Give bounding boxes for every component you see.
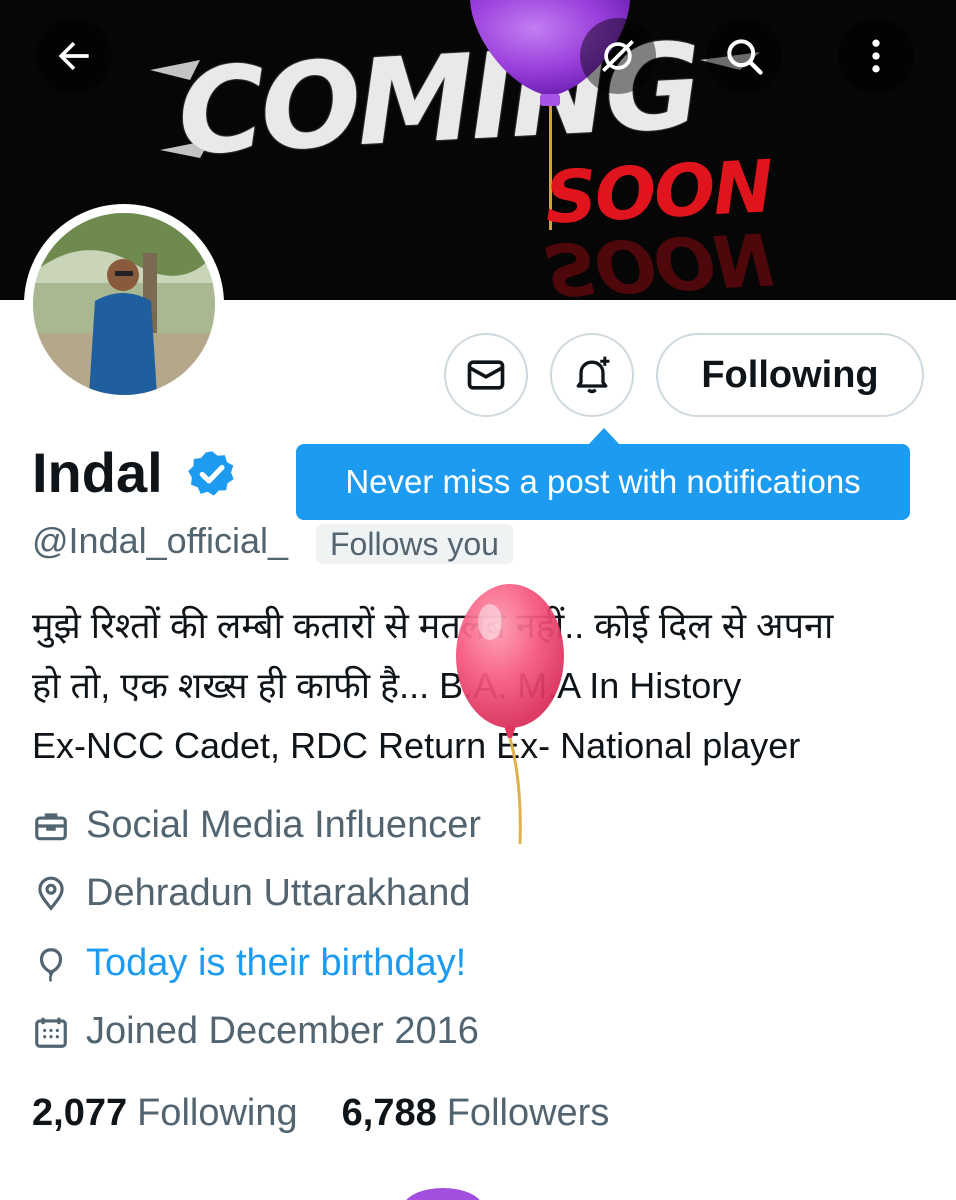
bio-line: हो तो, एक शख्स ही काफी है... B.A. M.A In… bbox=[32, 665, 742, 706]
following-button[interactable]: Following bbox=[656, 333, 924, 417]
purple-balloon-bottom-decoration bbox=[406, 1188, 480, 1200]
profile-category: Social Media Influencer bbox=[86, 804, 481, 846]
profile-category-row: Social Media Influencer bbox=[32, 804, 481, 847]
bell-plus-icon bbox=[576, 356, 610, 394]
location-pin-icon bbox=[38, 876, 64, 911]
more-vertical-icon bbox=[872, 39, 880, 73]
followers-count: 6,788 bbox=[341, 1092, 437, 1134]
notifications-button[interactable] bbox=[550, 333, 634, 417]
avatar-image bbox=[33, 213, 215, 395]
profile-location-row: Dehradun Uttarakhand bbox=[32, 872, 470, 915]
banner-subline-reflection: SOON bbox=[542, 216, 774, 300]
tooltip-text: Never miss a post with notifications bbox=[345, 463, 861, 500]
following-label: Following bbox=[137, 1092, 298, 1134]
follow-stats: 2,077 Following 6,788 Followers bbox=[32, 1092, 653, 1135]
birthday-link[interactable]: Today is their birthday! bbox=[86, 942, 466, 985]
profile-bio: मुझे रिश्तों की लम्बी कतारों से मतलब नही… bbox=[32, 596, 932, 776]
followers-label: Followers bbox=[446, 1092, 610, 1134]
following-count: 2,077 bbox=[32, 1092, 128, 1134]
follows-you-badge: Follows you bbox=[316, 524, 513, 564]
balloon-icon bbox=[39, 947, 63, 982]
notifications-tooltip[interactable]: Never miss a post with notifications bbox=[296, 444, 910, 520]
tooltip-arrow bbox=[588, 428, 620, 445]
back-button[interactable] bbox=[36, 18, 112, 94]
grok-icon bbox=[602, 40, 634, 72]
profile-joined-row: Joined December 2016 bbox=[32, 1010, 479, 1053]
profile-joined-date: Joined December 2016 bbox=[86, 1010, 479, 1052]
following-count-link[interactable]: 2,077 Following bbox=[32, 1092, 298, 1135]
profile-location: Dehradun Uttarakhand bbox=[86, 872, 471, 914]
briefcase-icon bbox=[35, 812, 67, 840]
profile-avatar[interactable] bbox=[24, 204, 224, 404]
calendar-icon bbox=[35, 1017, 67, 1048]
profile-handle: @Indal_official_ bbox=[32, 520, 289, 561]
back-arrow-icon bbox=[58, 41, 89, 71]
grok-button[interactable] bbox=[580, 18, 656, 94]
search-button[interactable] bbox=[706, 18, 782, 94]
profile-birthday-row: Today is their birthday! bbox=[32, 942, 466, 985]
bio-line: Ex-NCC Cadet, RDC Return Ex- National pl… bbox=[32, 725, 801, 766]
verified-badge-icon[interactable] bbox=[186, 448, 238, 500]
message-button[interactable] bbox=[444, 333, 528, 417]
search-icon bbox=[727, 39, 763, 75]
more-options-button[interactable] bbox=[838, 18, 914, 94]
bio-line: मुझे रिश्तों की लम्बी कतारों से मतलब नही… bbox=[32, 605, 834, 646]
envelope-icon bbox=[467, 360, 505, 390]
display-name: Indal bbox=[32, 441, 163, 504]
followers-count-link[interactable]: 6,788 Followers bbox=[342, 1092, 610, 1135]
avatar-photo bbox=[33, 213, 215, 395]
